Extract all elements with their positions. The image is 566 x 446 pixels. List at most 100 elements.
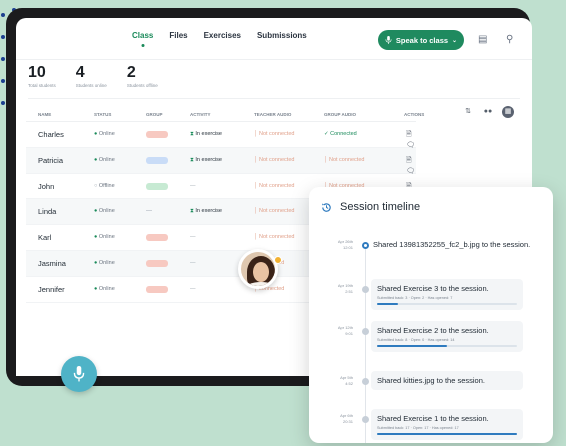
group-pill <box>146 131 168 138</box>
student-name: Patricia <box>38 155 64 165</box>
group-pill <box>146 156 168 164</box>
chat-icon[interactable]: ▤ <box>478 34 487 45</box>
divider <box>28 98 520 99</box>
audio-off-icon: │ <box>254 208 259 215</box>
speaking-indicator <box>274 256 282 264</box>
timeline-text: Shared Exercise 2 to the session. <box>377 326 489 335</box>
timeline-card[interactable]: Shared 13981352255_fc2_b.jpg to the sess… <box>371 235 551 254</box>
timeline-date: Apr 26th 12:01 <box>337 239 353 250</box>
group-badge <box>146 182 168 192</box>
timeline-date: Apr 12th 9:01 <box>337 325 353 336</box>
document-icon[interactable]: 🗎 <box>406 157 412 164</box>
group-audio-status: ✓ Connected <box>324 131 357 137</box>
teacher-audio-status: │ Not connected <box>254 182 295 189</box>
student-status: ● Online <box>94 208 115 215</box>
tab-files[interactable]: Files <box>169 31 187 40</box>
row-actions: 🗎🗨 <box>406 130 422 149</box>
teacher-audio-status: │ Not connected <box>254 234 295 241</box>
document-icon[interactable]: 🗎 <box>406 131 412 138</box>
student-status: ● Online <box>94 131 115 137</box>
groups-icon[interactable]: ●● <box>482 106 494 118</box>
column-header-name[interactable]: NAME <box>38 112 51 117</box>
timeline-card[interactable]: Shared Exercise 1 to the session. Submitt… <box>371 409 523 440</box>
student-activity: — <box>190 285 196 292</box>
group-pill <box>146 234 168 242</box>
column-header-teacher-audio: TEACHER AUDIO <box>254 112 292 117</box>
group-audio-status: │ Not connected <box>324 156 365 163</box>
stat-label: Total students <box>28 83 56 88</box>
timeline-card[interactable]: Shared Exercise 2 to the session. Submitt… <box>371 321 523 352</box>
sort-icon[interactable]: ⇅ <box>462 106 474 118</box>
speak-to-class-label: Speak to class <box>395 35 449 45</box>
history-icon <box>322 202 331 212</box>
timeline-text: Shared kitties.jpg to the session. <box>377 376 485 385</box>
student-activity: — <box>190 259 196 266</box>
row-actions: 🗎🗨 <box>406 156 422 175</box>
student-status: ● Online <box>94 156 115 163</box>
status-dot-icon: ● <box>94 234 99 241</box>
group-badge: — <box>146 208 152 215</box>
column-header-group-audio: GROUP AUDIO <box>324 112 357 117</box>
user-icon[interactable]: ⚲ <box>506 34 513 45</box>
stat-value: 4 <box>75 64 85 81</box>
timeline-text: Shared Exercise 1 to the session. <box>377 414 489 423</box>
timeline-dot <box>362 286 369 293</box>
progress-bar <box>377 303 517 305</box>
group-badge <box>146 131 168 140</box>
stat-value: 10 <box>28 64 46 81</box>
chevron-down-icon: ⌄ <box>452 37 458 44</box>
microphone-icon <box>73 366 85 382</box>
teacher-audio-status: │ Not connected <box>254 208 295 215</box>
speak-to-class-button[interactable]: Speak to class ⌄ <box>378 30 464 50</box>
student-status: ○ Offline <box>94 182 115 189</box>
tab-exercises[interactable]: Exercises <box>204 31 241 40</box>
stat-total-students: 10 Total students <box>28 64 56 88</box>
timeline-subtext: Submitted back: 17 · Open: 17 · Has open… <box>377 426 459 430</box>
group-pill <box>146 182 168 190</box>
tab-submissions[interactable]: Submissions <box>257 31 307 40</box>
student-name: Charles <box>38 130 64 139</box>
student-activity: — <box>190 234 196 241</box>
microphone-button[interactable] <box>61 356 97 392</box>
tab-class[interactable]: Class <box>132 31 153 40</box>
teacher-audio-status: │ Not connected <box>254 156 295 163</box>
stat-students-online: 4 Students online <box>76 64 107 88</box>
panel-title: Session timeline <box>340 201 421 213</box>
check-icon: ✓ <box>324 131 331 137</box>
table-header: NAME STATUS GROUP ACTIVITY TEACHER AUDIO… <box>26 108 424 122</box>
column-header-status[interactable]: STATUS <box>94 112 111 117</box>
table-row[interactable]: Charles ● Online ⧗ In exercise │ Not connec… <box>26 122 416 149</box>
hourglass-icon: ⧗ <box>190 156 196 163</box>
audio-off-icon: │ <box>324 156 329 163</box>
table-row[interactable]: Patricia ● Online ⧗ In exercise │ Not conne… <box>26 147 416 175</box>
audio-off-icon: │ <box>254 234 259 241</box>
student-name: John <box>38 181 55 191</box>
stat-label: Students online <box>75 83 107 88</box>
stat-label: Students offline <box>126 83 158 88</box>
status-dot-icon: ● <box>94 285 99 292</box>
tab-bar: Class Files Exercises Submissions <box>132 31 307 40</box>
timeline-date: Apr 6th 20:31 <box>340 413 353 424</box>
student-activity: ⧗ In exercise <box>190 156 222 163</box>
audio-off-icon: │ <box>254 131 259 137</box>
timeline-card[interactable]: Shared Exercise 3 to the session. Submitt… <box>371 279 523 310</box>
grid-view-icon[interactable]: ▦ <box>502 106 514 118</box>
teacher-video-avatar[interactable] <box>238 249 278 289</box>
progress-bar <box>377 345 517 347</box>
teacher-audio-status: │ Not connected <box>254 131 295 137</box>
timeline-dot <box>362 416 369 423</box>
timeline-card[interactable]: Shared kitties.jpg to the session. <box>371 371 523 390</box>
panel-header: Session timeline <box>321 201 420 213</box>
student-name: Jasmina <box>38 258 66 268</box>
student-name: Linda <box>38 207 57 217</box>
student-status: ● Online <box>94 259 115 266</box>
timeline-dot <box>362 378 369 385</box>
progress-bar <box>377 433 517 435</box>
group-badge <box>146 259 168 269</box>
timeline-subtext: Submitted back: 3 · Open: 2 · Has opened… <box>377 296 453 300</box>
progress-fill <box>377 303 398 305</box>
column-header-activity: ACTIVITY <box>190 112 211 117</box>
status-dot-icon: ● <box>94 156 99 163</box>
column-header-group[interactable]: GROUP <box>146 112 163 117</box>
timeline-text: Shared Exercise 3 to the session. <box>377 284 489 293</box>
